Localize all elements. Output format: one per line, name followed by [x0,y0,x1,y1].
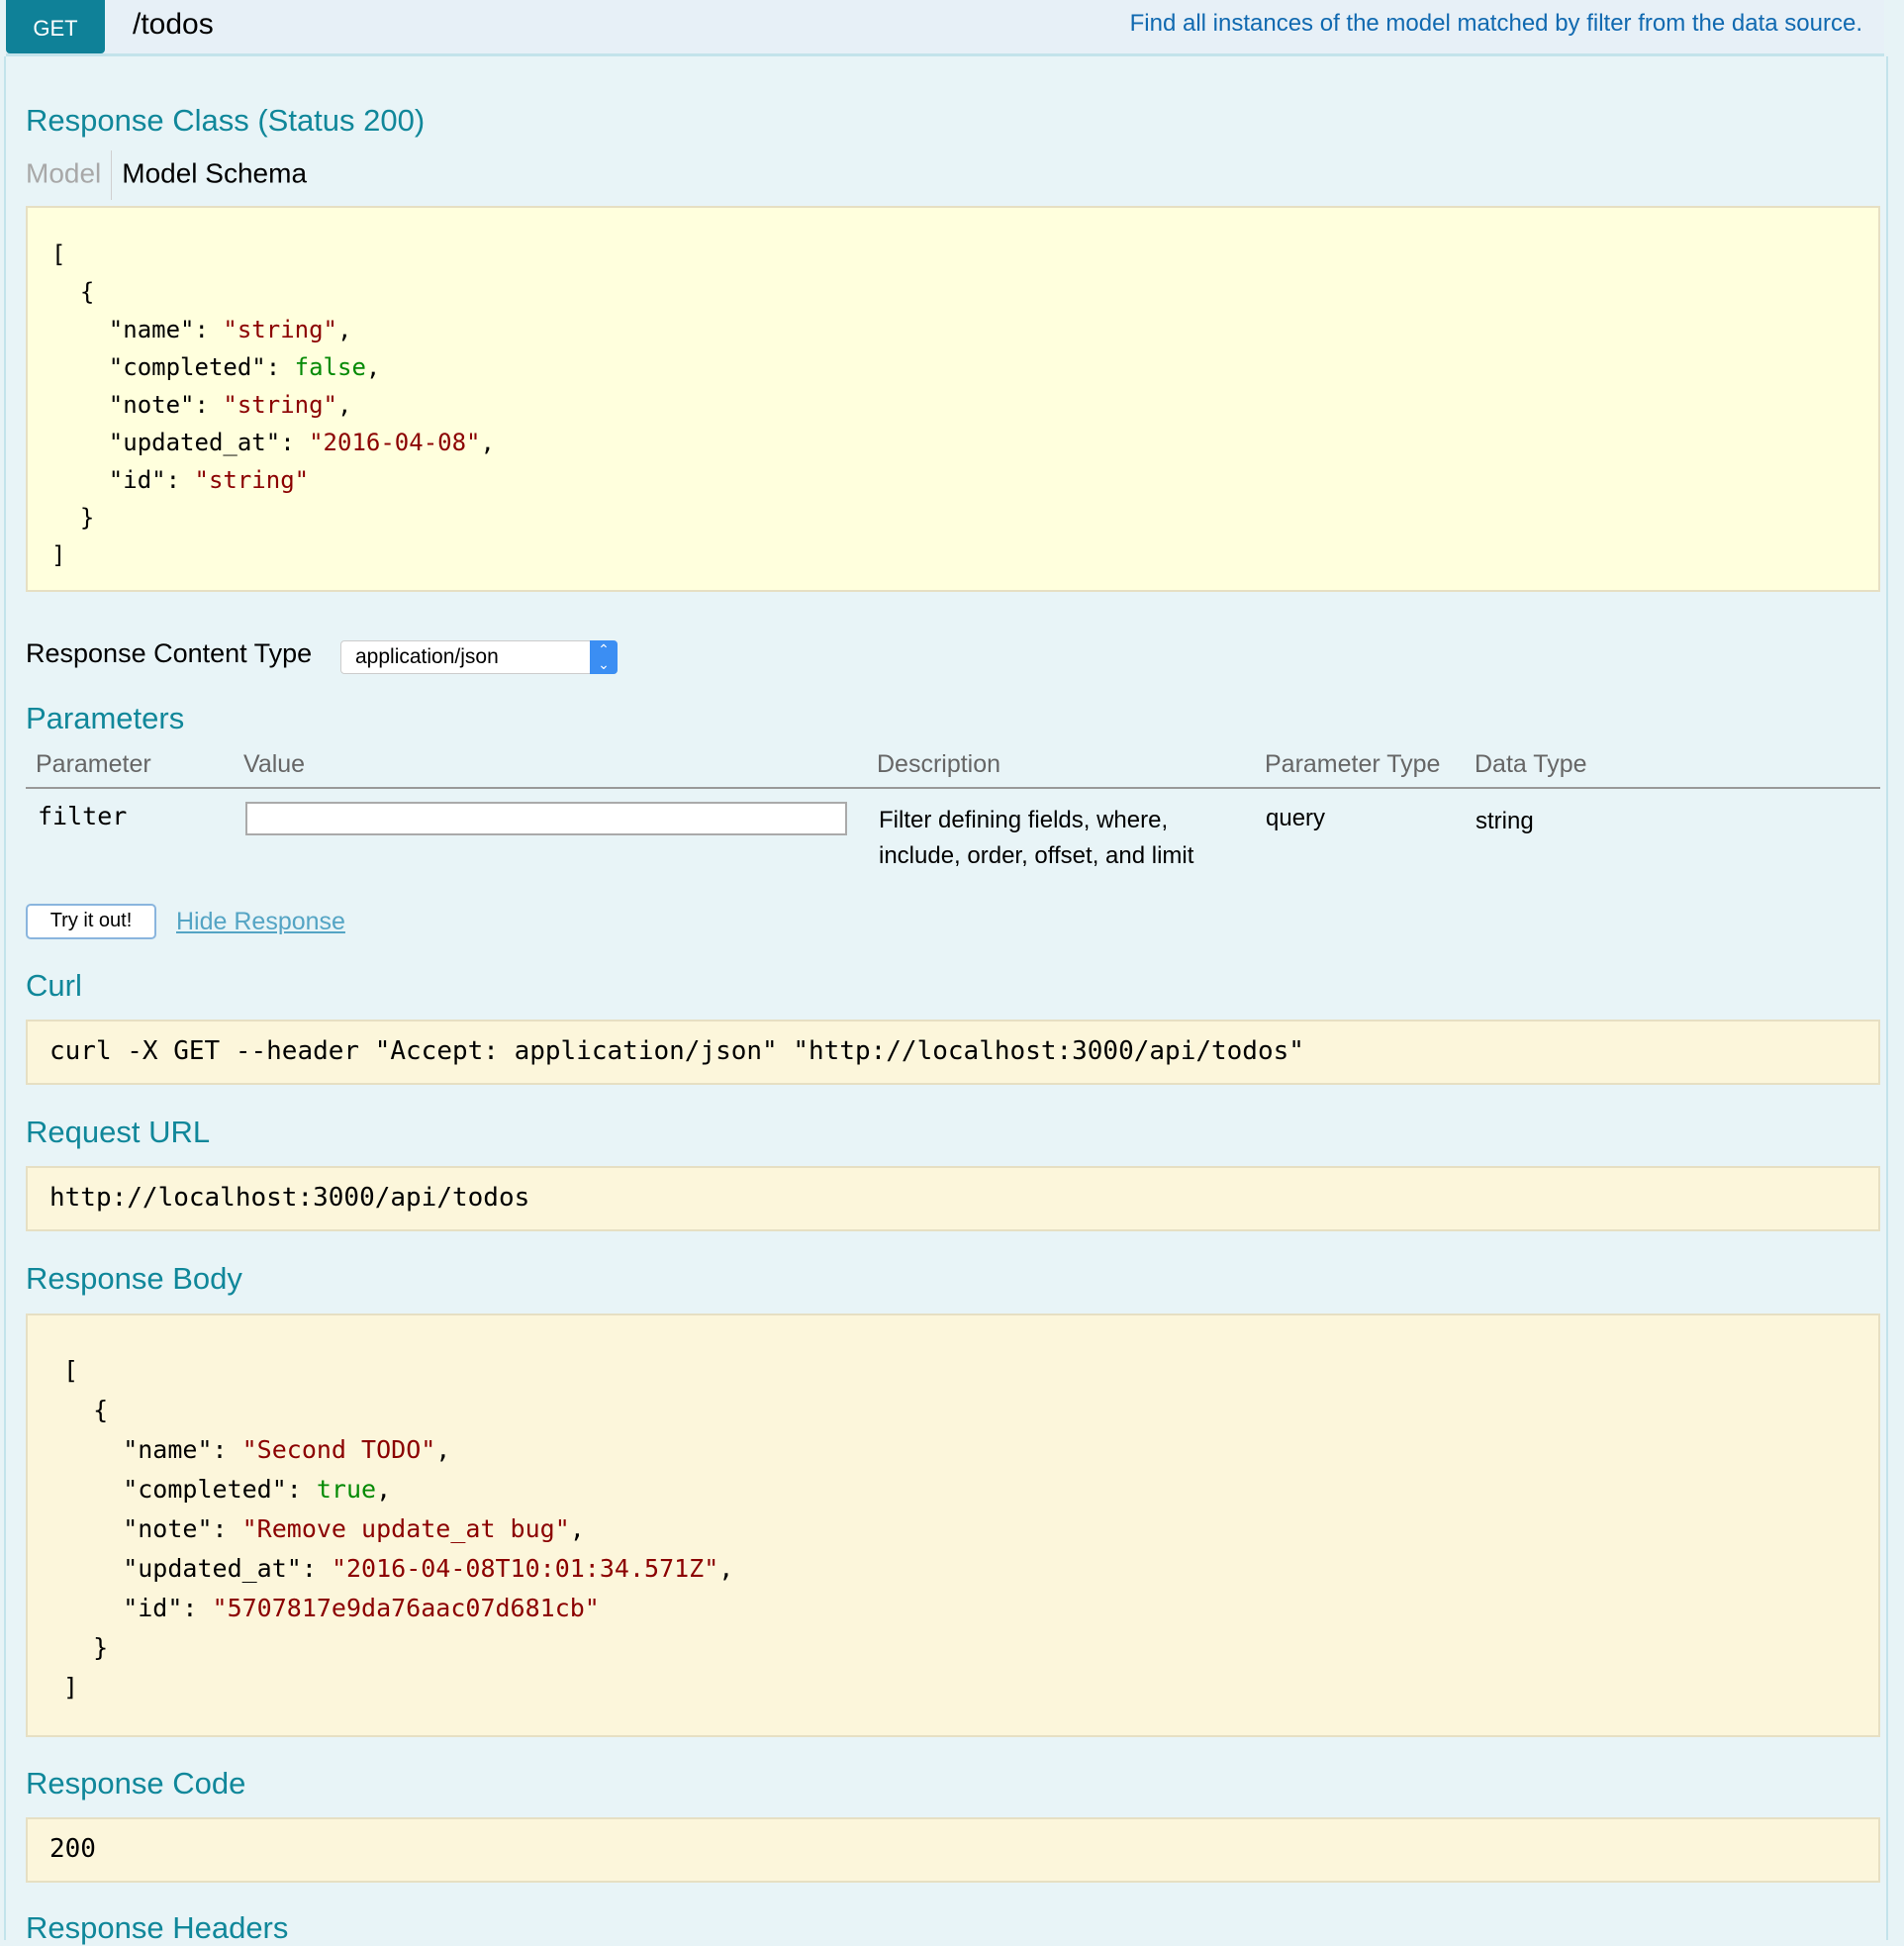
tab-divider [111,150,113,200]
code-line: "id": "5707817e9da76aac07d681cb" [63,1594,600,1622]
json-value: "string" [223,391,337,419]
try-it-out-button[interactable]: Try it out! [26,904,156,939]
code-line: { [51,278,95,306]
json-value: "string" [223,316,337,343]
response-code-value: 200 [49,1834,96,1864]
param-type: query [1266,805,1326,831]
response-content-type-select[interactable]: application/json ⌃ ⌄ [340,640,618,674]
col-header-parameter: Parameter [36,750,151,778]
http-verb-badge[interactable]: GET [6,0,105,53]
col-header-data-type: Data Type [1475,750,1587,778]
parameters-title: Parameters [26,701,185,735]
response-headers-title: Response Headers [26,1910,289,1945]
response-body-code: [ { "name": "Second TODO", "completed": … [63,1351,1878,1707]
code-line: ] [63,1673,79,1702]
json-key: "name": [63,1435,242,1464]
code-line: "updated_at": "2016-04-08", [51,429,495,456]
endpoint-path[interactable]: /todos [133,8,214,42]
select-updown-icon: ⌃ ⌄ [590,640,618,674]
code-line: ] [51,541,66,569]
curl-title: Curl [26,968,82,1003]
col-header-parameter-type: Parameter Type [1265,750,1441,778]
request-url-value: http://localhost:3000/api/todos [49,1183,530,1213]
param-name: filter [38,802,128,830]
model-schema-code: [ { "name": "string", "completed": false… [51,236,1878,574]
curl-box[interactable]: curl -X GET --header "Accept: applicatio… [26,1020,1880,1085]
model-tabs: Model Model Schema [26,150,307,200]
code-line: "completed": false, [51,353,381,381]
operation-summary[interactable]: Find all instances of the model matched … [1130,10,1862,38]
col-header-value: Value [243,750,306,778]
json-key: "id": [51,466,195,494]
code-line: { [63,1396,109,1424]
json-value: "2016-04-08T10:01:34.571Z" [331,1554,719,1583]
col-header-description: Description [877,750,1001,778]
json-key: "note": [51,391,224,419]
json-value: "string" [194,466,310,494]
tab-model-schema[interactable]: Model Schema [122,157,307,188]
hide-response-link[interactable]: Hide Response [176,908,345,936]
select-value: application/json [355,645,499,668]
json-value: "Remove update_at bug" [241,1514,570,1543]
json-value: "Second TODO" [241,1435,436,1464]
response-class-title: Response Class (Status 200) [26,103,426,138]
json-key: "completed": [51,353,295,381]
json-key: "updated_at": [51,429,310,456]
curl-command: curl -X GET --header "Accept: applicatio… [49,1036,1304,1066]
json-value: "5707817e9da76aac07d681cb" [212,1594,600,1622]
code-line: [ [63,1356,79,1385]
json-key: "id": [63,1594,213,1622]
request-url-title: Request URL [26,1115,211,1149]
json-value: "2016-04-08" [309,429,481,456]
json-value: true [316,1475,377,1504]
request-url-box[interactable]: http://localhost:3000/api/todos [26,1166,1880,1231]
code-line: "note": "Remove update_at bug", [63,1514,585,1543]
code-line: "updated_at": "2016-04-08T10:01:34.571Z"… [63,1554,734,1583]
param-data-type: string [1476,808,1534,834]
json-value: false [294,353,366,381]
table-header-divider [26,787,1880,789]
json-key: "note": [63,1514,242,1543]
response-content-type-label: Response Content Type [26,638,313,668]
response-code-title: Response Code [26,1766,246,1800]
response-code-box[interactable]: 200 [26,1817,1880,1883]
code-line: "note": "string", [51,391,352,419]
code-line: "completed": true, [63,1475,392,1504]
tab-model[interactable]: Model [26,157,101,188]
json-key: "completed": [63,1475,317,1504]
code-line: "id": "string" [51,466,309,494]
code-line: } [51,504,95,532]
code-line: [ [51,241,66,268]
response-body-title: Response Body [26,1261,242,1296]
model-schema-box[interactable]: [ { "name": "string", "completed": false… [26,206,1880,592]
param-description-line2: include, order, offset, and limit [879,842,1194,869]
json-key: "name": [51,316,224,343]
operation-header[interactable]: GET /todos Find all instances of the mod… [6,0,1884,56]
code-line: "name": "string", [51,316,352,343]
response-body-box[interactable]: [ { "name": "Second TODO", "completed": … [26,1314,1880,1737]
code-line: } [63,1633,109,1662]
json-key: "updated_at": [63,1554,332,1583]
code-line: "name": "Second TODO", [63,1435,451,1464]
param-description-line1: Filter defining fields, where, [879,807,1169,833]
filter-input[interactable] [245,802,847,835]
